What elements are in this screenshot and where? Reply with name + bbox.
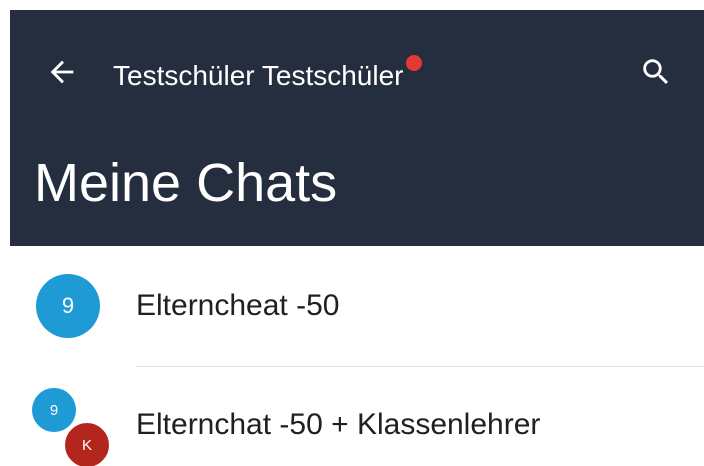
back-button[interactable] (38, 48, 86, 96)
chat-name: Elternchat -50 + Klassenlehrer (136, 408, 541, 441)
arrow-left-icon (50, 60, 74, 84)
status-strip (0, 0, 704, 10)
chat-list-item[interactable]: 9 Elterncheat -50 (10, 246, 704, 367)
chat-name: Elterncheat -50 (136, 289, 340, 322)
avatar: K (62, 420, 112, 466)
toolbar-title: Testschüler Testschüler (113, 55, 422, 94)
page-title: Meine Chats (34, 153, 338, 213)
app-header: Testschüler Testschüler Meine Chats (10, 10, 704, 246)
search-icon (643, 59, 669, 85)
avatar: 9 (36, 274, 100, 338)
chat-list: 9 Elterncheat -50 9 K Elternchat -50 + K… (10, 246, 704, 466)
search-button[interactable] (632, 48, 680, 96)
app-screen: Testschüler Testschüler Meine Chats 9 El… (0, 0, 704, 466)
chat-list-item[interactable]: 9 K Elternchat -50 + Klassenlehrer (10, 366, 704, 466)
notification-dot (405, 55, 422, 71)
user-name: Testschüler Testschüler (113, 60, 404, 91)
